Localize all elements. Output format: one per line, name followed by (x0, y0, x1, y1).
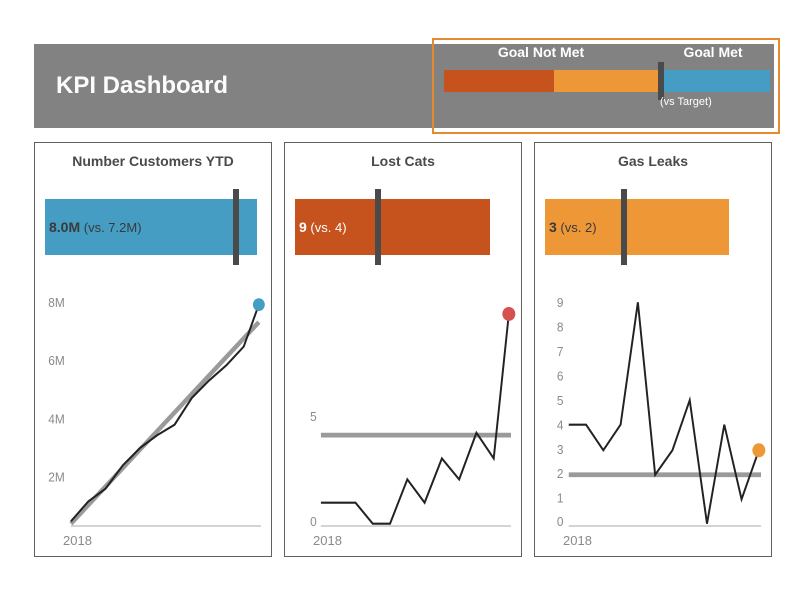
legend-sub-label: (vs Target) (660, 96, 712, 108)
bullet-target-marker (233, 189, 239, 265)
kpi-card-gas-leaks: Gas Leaks 3 (vs. 2) 9 8 7 6 5 4 3 2 1 0 (534, 142, 772, 557)
x-axis-year: 2018 (313, 533, 342, 548)
y-tick-label: 4 (557, 418, 564, 433)
legend-segment-light-orange (554, 70, 658, 92)
y-tick-label: 8 (557, 320, 564, 335)
legend-segment-dark-orange (444, 70, 554, 92)
bullet-label: 8.0M (vs. 7.2M) (49, 219, 142, 235)
y-tick-label: 6 (557, 369, 564, 384)
y-tick-label: 6M (48, 354, 64, 369)
legend-segment-blue (664, 70, 770, 92)
x-axis-year: 2018 (63, 533, 92, 548)
legend-label-met: Goal Met (648, 44, 778, 60)
y-tick-label: 0 (310, 515, 317, 530)
actual-line (569, 302, 759, 523)
actual-line (321, 314, 509, 524)
y-tick-label: 9 (557, 296, 564, 311)
kpi-card-customers: Number Customers YTD 8.0M (vs. 7.2M) 8M … (34, 142, 272, 557)
legend-label-not-met: Goal Not Met (434, 44, 648, 60)
y-tick-label: 1 (557, 491, 564, 506)
y-tick-label: 0 (557, 515, 564, 530)
y-tick-label: 2 (557, 467, 564, 482)
page-title: KPI Dashboard (34, 72, 228, 100)
trend-chart: 9 8 7 6 5 4 3 2 1 0 (545, 293, 761, 526)
y-tick-label: 5 (557, 393, 564, 408)
last-point-icon (253, 298, 265, 311)
bullet-chart: 8.0M (vs. 7.2M) (35, 199, 271, 255)
legend-bar (444, 70, 770, 92)
bullet-vs: (vs. 7.2M) (80, 220, 141, 235)
bullet-target-marker (375, 189, 381, 265)
x-axis-year: 2018 (563, 533, 592, 548)
bullet-value: 9 (299, 219, 307, 235)
legend-highlight-box: Goal Not Met Goal Met (vs Target) (432, 38, 780, 134)
y-tick-label: 8M (48, 296, 64, 311)
bullet-label: 9 (vs. 4) (299, 219, 347, 235)
y-tick-label: 2M (48, 470, 64, 485)
bullet-target-marker (621, 189, 627, 265)
trend-chart: 5 0 (295, 293, 511, 526)
card-title: Lost Cats (285, 143, 521, 169)
last-point-icon (502, 307, 515, 321)
bullet-value: 3 (549, 219, 557, 235)
actual-line (71, 305, 259, 522)
bullet-label: 3 (vs. 2) (549, 219, 597, 235)
y-tick-label: 7 (557, 345, 564, 360)
kpi-card-lost-cats: Lost Cats 9 (vs. 4) 5 0 2018 (284, 142, 522, 557)
trend-chart: 8M 6M 4M 2M (45, 293, 261, 526)
y-tick-label: 5 (310, 410, 317, 425)
last-point-icon (752, 443, 765, 457)
card-title: Number Customers YTD (35, 143, 271, 169)
kpi-card-row: Number Customers YTD 8.0M (vs. 7.2M) 8M … (34, 142, 774, 557)
bullet-vs: (vs. 4) (307, 220, 347, 235)
bullet-vs: (vs. 2) (557, 220, 597, 235)
y-tick-label: 3 (557, 442, 564, 457)
y-tick-label: 4M (48, 412, 64, 427)
bullet-chart: 3 (vs. 2) (535, 199, 771, 255)
legend-target-marker (658, 62, 664, 100)
bullet-value: 8.0M (49, 219, 80, 235)
card-title: Gas Leaks (535, 143, 771, 169)
bullet-chart: 9 (vs. 4) (285, 199, 521, 255)
